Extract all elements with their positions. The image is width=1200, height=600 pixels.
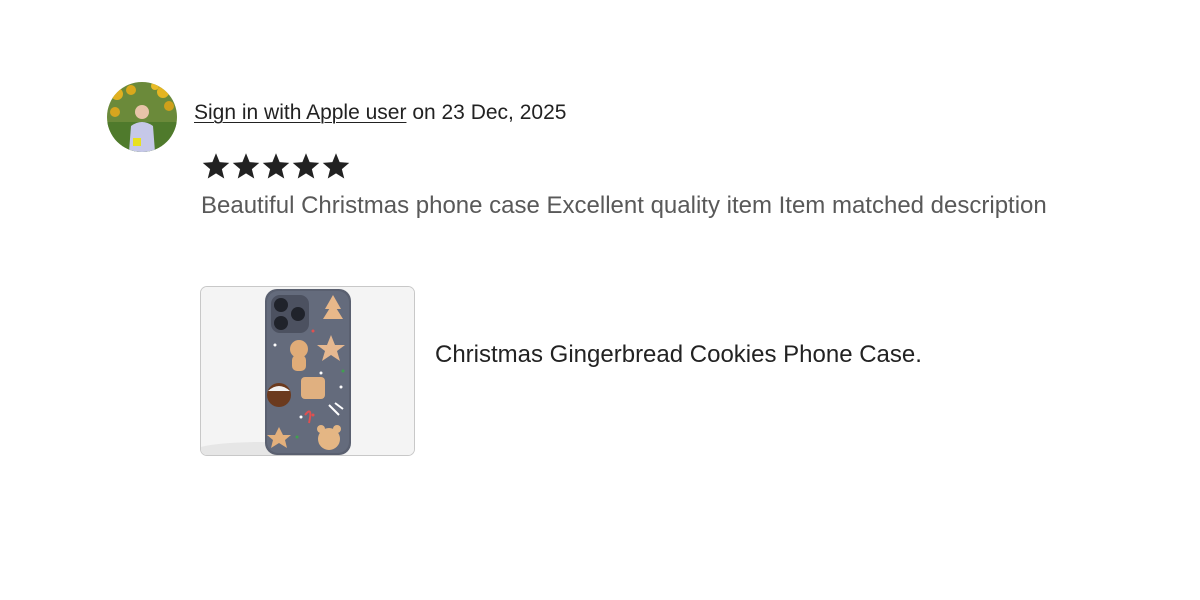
item-thumbnail[interactable] [200, 286, 415, 456]
star-icon [292, 153, 320, 179]
reviewer-name-link[interactable]: Sign in with Apple user [194, 101, 406, 124]
avatar-image [107, 82, 177, 152]
star-icon [262, 153, 290, 179]
phone-case-image [201, 287, 414, 455]
review-card: Sign in with Apple user on 23 Dec, 2025 … [0, 0, 1200, 600]
review-date: on 23 Dec, 2025 [412, 101, 567, 124]
item-title-link[interactable]: Christmas Gingerbread Cookies Phone Case… [435, 340, 922, 370]
star-icon [322, 153, 350, 179]
star-icon [232, 153, 260, 179]
star-rating [201, 151, 351, 181]
review-byline: Sign in with Apple user on 23 Dec, 2025 [194, 100, 566, 126]
star-icon [202, 153, 230, 179]
review-text: Beautiful Christmas phone case Excellent… [201, 192, 1047, 219]
avatar[interactable] [107, 82, 177, 152]
